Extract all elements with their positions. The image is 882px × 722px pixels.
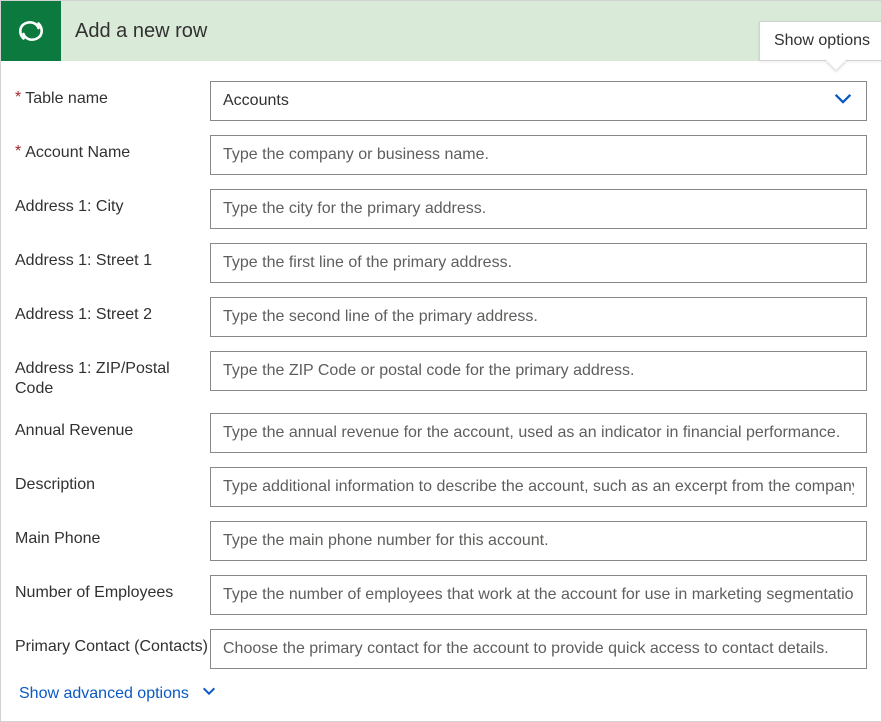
label-address-street2: Address 1: Street 2	[15, 297, 210, 325]
label-num-employees: Number of Employees	[15, 575, 210, 603]
label-table-name: * Table name	[15, 81, 210, 109]
account-name-input[interactable]	[223, 146, 854, 164]
label-main-phone: Main Phone	[15, 521, 210, 549]
table-name-select[interactable]: Accounts	[210, 81, 867, 121]
annual-revenue-input[interactable]	[223, 424, 854, 442]
form-row-account-name: * Account Name	[15, 135, 867, 175]
chevron-down-icon	[201, 683, 217, 704]
label-address-zip: Address 1: ZIP/Postal Code	[15, 351, 210, 399]
form-row-address-city: Address 1: City	[15, 189, 867, 229]
num-employees-input[interactable]	[223, 586, 854, 604]
description-input[interactable]	[223, 478, 854, 496]
address-zip-input[interactable]	[223, 362, 854, 380]
label-account-name: * Account Name	[15, 135, 210, 163]
label-annual-revenue: Annual Revenue	[15, 413, 210, 441]
card-title: Add a new row	[75, 20, 207, 43]
dataverse-logo	[1, 1, 61, 61]
label-primary-contact: Primary Contact (Contacts)	[15, 629, 210, 657]
form-row-main-phone: Main Phone	[15, 521, 867, 561]
primary-contact-input[interactable]	[223, 640, 854, 658]
form-row-description: Description	[15, 467, 867, 507]
required-asterisk: *	[15, 89, 21, 107]
main-phone-input[interactable]	[223, 532, 854, 550]
card-header: Add a new row Show options	[1, 1, 881, 61]
form-row-address-zip: Address 1: ZIP/Postal Code	[15, 351, 867, 399]
address-street1-input[interactable]	[223, 254, 854, 272]
show-options-button[interactable]: Show options	[759, 21, 882, 61]
form-row-address-street2: Address 1: Street 2	[15, 297, 867, 337]
label-address-city: Address 1: City	[15, 189, 210, 217]
address-street2-input[interactable]	[223, 308, 854, 326]
form-body: * Table name Accounts * Account Name	[1, 61, 881, 704]
chevron-down-icon	[832, 88, 854, 115]
dataverse-icon	[13, 13, 49, 49]
label-description: Description	[15, 467, 210, 495]
form-row-annual-revenue: Annual Revenue	[15, 413, 867, 453]
form-row-address-street1: Address 1: Street 1	[15, 243, 867, 283]
label-address-street1: Address 1: Street 1	[15, 243, 210, 271]
address-city-input[interactable]	[223, 200, 854, 218]
show-advanced-options-label: Show advanced options	[19, 685, 189, 703]
form-row-num-employees: Number of Employees	[15, 575, 867, 615]
required-asterisk: *	[15, 143, 21, 161]
form-row-primary-contact: Primary Contact (Contacts)	[15, 629, 867, 669]
show-advanced-options-link[interactable]: Show advanced options	[19, 683, 867, 704]
form-row-table-name: * Table name Accounts	[15, 81, 867, 121]
table-name-value: Accounts	[223, 92, 854, 110]
